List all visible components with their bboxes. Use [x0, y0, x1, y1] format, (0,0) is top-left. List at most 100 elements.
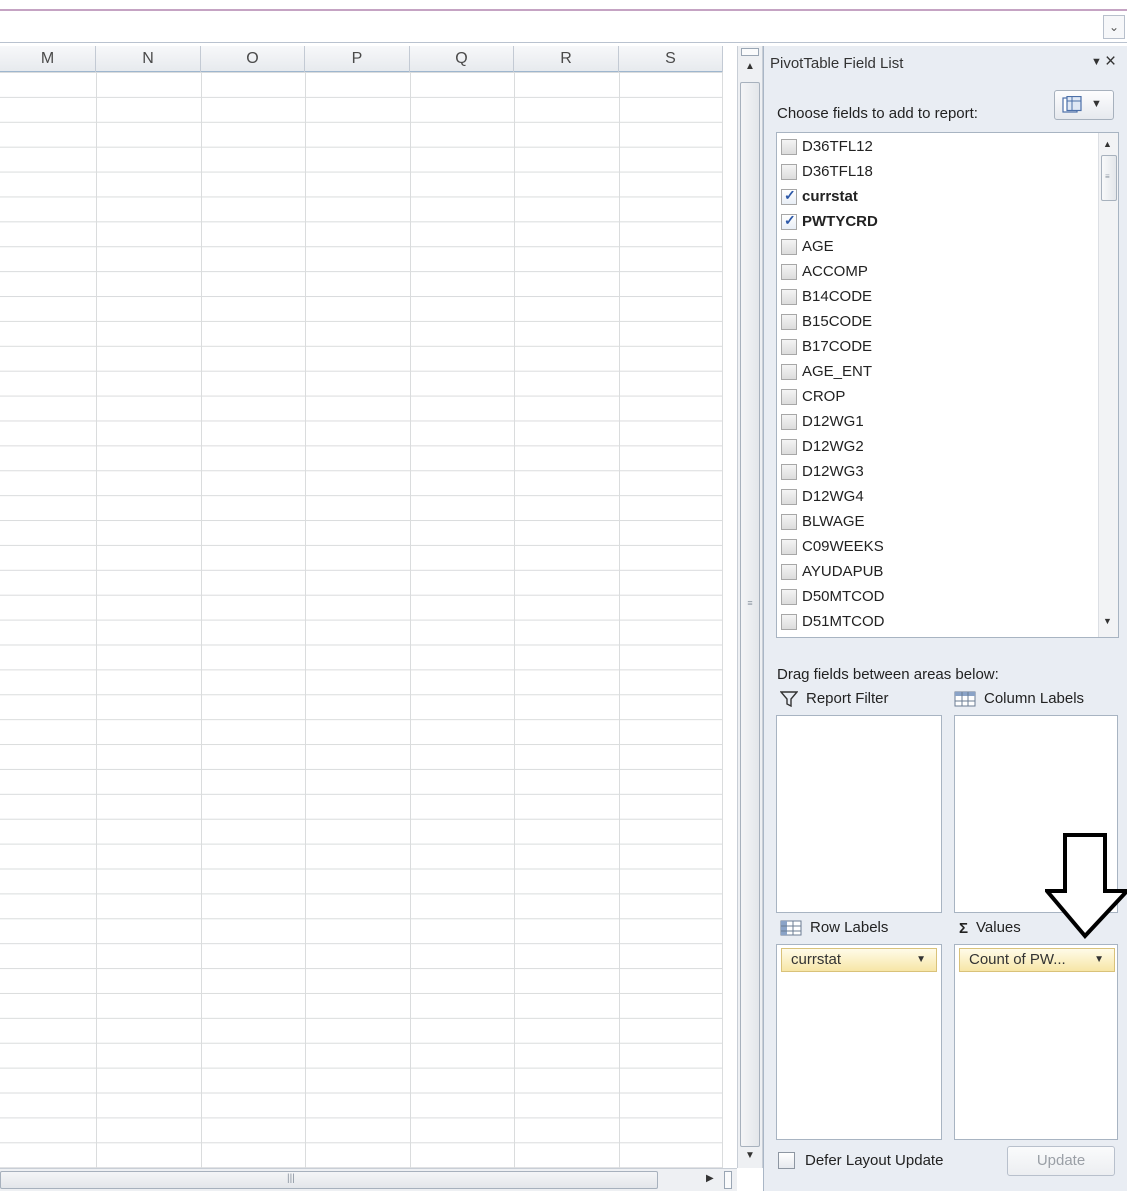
cell-grid[interactable] [0, 72, 723, 1168]
drag-fields-label: Drag fields between areas below: [777, 666, 999, 683]
field-checkbox[interactable] [781, 589, 797, 605]
field-checkbox[interactable] [781, 539, 797, 555]
close-icon[interactable]: × [1105, 51, 1116, 73]
filter-icon [780, 691, 798, 708]
gridline [619, 72, 620, 1168]
field-checkbox[interactable] [781, 614, 797, 630]
scroll-up-arrow-icon[interactable]: ▲ [1103, 139, 1112, 149]
values-area[interactable]: Count of PW... ▼ [954, 944, 1118, 1140]
column-labels-header: Column Labels [954, 690, 1084, 707]
defer-layout-label: Defer Layout Update [805, 1152, 944, 1169]
value-field-label: Count of PW... [969, 951, 1066, 968]
column-header-r[interactable]: R [514, 46, 619, 72]
column-header-s[interactable]: S [619, 46, 723, 72]
pivottable-field-list-pane: PivotTable Field List ▼ × Choose fields … [763, 46, 1127, 1191]
split-box[interactable] [741, 48, 759, 56]
field-label: ACCOMP [802, 263, 868, 280]
field-label: D36TFL18 [802, 163, 873, 180]
vertical-scroll-thumb[interactable]: ≡ [740, 82, 760, 1147]
column-header-p[interactable]: P [305, 46, 410, 72]
row-labels-header: Row Labels [780, 919, 888, 936]
field-checkbox[interactable] [781, 289, 797, 305]
field-checkbox[interactable] [781, 364, 797, 380]
chevron-down-icon: ⌄ [1108, 20, 1120, 34]
field-checkbox[interactable] [781, 239, 797, 255]
field-label: D12WG3 [802, 463, 864, 480]
formula-bar-expand-button[interactable]: ⌄ [1103, 15, 1125, 39]
field-list[interactable]: D36TFL12 D36TFL18 ✓ currstat ✓ PWTYCRD A… [776, 132, 1119, 638]
update-button[interactable]: Update [1007, 1146, 1115, 1176]
report-filter-label: Report Filter [806, 690, 889, 707]
gridline [96, 72, 97, 1168]
grip-icon: ≡ [747, 598, 753, 608]
field-checkbox[interactable] [781, 564, 797, 580]
field-layout-button[interactable]: ▼ [1054, 90, 1114, 120]
chevron-down-icon[interactable]: ▼ [1094, 949, 1104, 971]
checkmark-icon: ✓ [784, 212, 796, 228]
field-checkbox[interactable] [781, 164, 797, 180]
column-header-n[interactable]: N [96, 46, 201, 72]
report-filter-area[interactable] [776, 715, 942, 913]
field-checkbox-checked[interactable]: ✓ [781, 187, 797, 205]
field-label: currstat [802, 188, 858, 205]
field-list-scrollbar[interactable]: ▲ ≡ ▼ [1098, 133, 1118, 637]
scroll-up-arrow-icon[interactable]: ▲ [742, 60, 758, 74]
field-checkbox[interactable] [781, 439, 797, 455]
field-label: AYUDAPUB [802, 563, 884, 580]
field-checkbox[interactable] [781, 389, 797, 405]
scroll-down-arrow-icon[interactable]: ▼ [742, 1149, 758, 1163]
field-checkbox[interactable] [781, 139, 797, 155]
field-label: C09WEEKS [802, 538, 884, 555]
gridline [410, 72, 411, 1168]
field-label: D50MTCOD [802, 588, 885, 605]
field-label: D12WG1 [802, 413, 864, 430]
value-field-chip[interactable]: Count of PW... ▼ [959, 948, 1115, 972]
field-label: BLWAGE [802, 513, 865, 530]
field-label: D51MTCOD [802, 613, 885, 630]
vertical-scrollbar[interactable]: ▲ ≡ ▼ [737, 46, 763, 1168]
row-field-chip[interactable]: currstat ▼ [781, 948, 937, 972]
grip-icon: ≡ [1105, 172, 1110, 181]
horizontal-scroll-thumb[interactable]: ||| [0, 1171, 658, 1189]
split-box[interactable] [724, 1171, 732, 1189]
pane-menu-icon[interactable]: ▼ [1091, 56, 1102, 68]
field-checkbox[interactable] [781, 264, 797, 280]
chevron-down-icon[interactable]: ▼ [916, 949, 926, 971]
field-checkbox[interactable] [781, 314, 797, 330]
values-header: Σ Values [959, 919, 1021, 937]
defer-layout-checkbox[interactable] [778, 1152, 795, 1169]
field-label: PWTYCRD [802, 213, 878, 230]
column-labels-icon [954, 691, 976, 707]
column-header-m[interactable]: M [0, 46, 96, 72]
row-labels-label: Row Labels [810, 919, 889, 936]
row-labels-icon [780, 920, 802, 936]
field-checkbox[interactable] [781, 464, 797, 480]
field-label: B17CODE [802, 338, 873, 355]
gridline [305, 72, 306, 1168]
field-checkbox[interactable] [781, 514, 797, 530]
formula-bar[interactable] [0, 11, 1127, 43]
field-checkbox[interactable] [781, 339, 797, 355]
scroll-right-arrow-icon[interactable]: ▶ [706, 1173, 714, 1184]
row-field-label: currstat [791, 951, 842, 968]
horizontal-scrollbar[interactable]: ||| ▶ [0, 1168, 737, 1191]
scroll-down-arrow-icon[interactable]: ▼ [1103, 616, 1112, 626]
field-list-scroll-thumb[interactable]: ≡ [1101, 155, 1117, 201]
chevron-down-icon: ▼ [1091, 98, 1102, 110]
grip-icon: ||| [287, 1173, 295, 1184]
field-checkbox[interactable] [781, 489, 797, 505]
column-labels-label: Column Labels [984, 690, 1085, 707]
pane-title: PivotTable Field List [770, 55, 904, 72]
field-label: D12WG4 [802, 488, 864, 505]
worksheet-grid[interactable]: M N O P Q R S [0, 46, 723, 1168]
report-filter-header: Report Filter [780, 690, 889, 708]
row-labels-area[interactable]: currstat ▼ [776, 944, 942, 1140]
gridline [201, 72, 202, 1168]
sigma-icon: Σ [959, 919, 969, 937]
field-label: D12WG2 [802, 438, 864, 455]
column-header-q[interactable]: Q [410, 46, 514, 72]
field-checkbox[interactable] [781, 414, 797, 430]
annotation-down-arrow-icon [1045, 833, 1127, 939]
column-header-o[interactable]: O [201, 46, 305, 72]
field-checkbox-checked[interactable]: ✓ [781, 212, 797, 230]
